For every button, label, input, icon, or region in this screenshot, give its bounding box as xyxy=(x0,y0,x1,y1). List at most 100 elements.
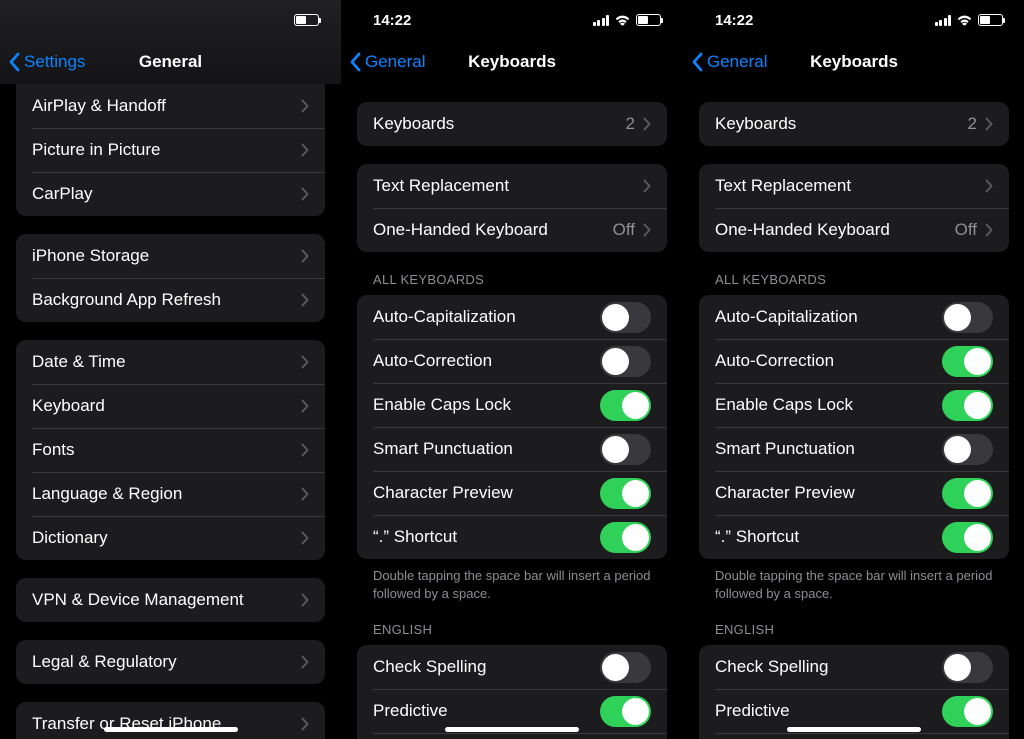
row-text-replacement[interactable]: Text Replacement xyxy=(357,164,667,208)
row-text-replacement[interactable]: Text Replacement xyxy=(699,164,1009,208)
row-legal-regulatory[interactable]: Legal & Regulatory xyxy=(16,640,325,684)
row-shortcut[interactable]: “.” Shortcut xyxy=(699,515,1009,559)
settings-group: Transfer or Reset iPhoneShut Down xyxy=(16,702,325,739)
back-button[interactable]: General xyxy=(691,52,767,72)
row-label: Check Spelling xyxy=(715,657,942,677)
row-auto-capitalization[interactable]: Auto-Capitalization xyxy=(699,295,1009,339)
back-button[interactable]: General xyxy=(349,52,425,72)
row-slide-to-type[interactable]: Slide to Type xyxy=(699,733,1009,739)
row-character-preview[interactable]: Character Preview xyxy=(699,471,1009,515)
row-label: Legal & Regulatory xyxy=(32,652,301,672)
row-auto-correction[interactable]: Auto-Correction xyxy=(357,339,667,383)
toggle-auto-correction[interactable] xyxy=(600,346,651,377)
home-indicator[interactable] xyxy=(445,727,579,732)
row-date-time[interactable]: Date & Time xyxy=(16,340,325,384)
row-keyboard[interactable]: Keyboard xyxy=(16,384,325,428)
toggle-enable-caps-lock[interactable] xyxy=(600,390,651,421)
toggle-enable-caps-lock[interactable] xyxy=(942,390,993,421)
back-button[interactable]: Settings xyxy=(8,52,85,72)
settings-group: Date & Time Keyboard Fonts Language & Regio… xyxy=(16,340,325,560)
toggle-character-preview[interactable] xyxy=(600,478,651,509)
row-enable-caps-lock[interactable]: Enable Caps Lock xyxy=(699,383,1009,427)
row-vpn-device-management[interactable]: VPN & Device Management xyxy=(16,578,325,622)
cellular-icon xyxy=(935,15,952,26)
content-keyboards-a[interactable]: Keyboards2 Text Replacement One-Handed Key… xyxy=(341,84,683,739)
settings-group: Text Replacement One-Handed KeyboardOff xyxy=(357,164,667,252)
row-value: Off xyxy=(613,220,635,240)
row-character-preview[interactable]: Character Preview xyxy=(357,471,667,515)
chevron-right-icon xyxy=(301,293,309,307)
row-label: Text Replacement xyxy=(715,176,985,196)
row-label: Auto-Correction xyxy=(715,351,942,371)
toggle-character-preview[interactable] xyxy=(942,478,993,509)
battery-icon xyxy=(978,14,1003,26)
home-indicator[interactable] xyxy=(104,727,238,732)
section-footer: Double tapping the space bar will insert… xyxy=(373,567,651,602)
row-background-app-refresh[interactable]: Background App Refresh xyxy=(16,278,325,322)
row-carplay[interactable]: CarPlay xyxy=(16,172,325,216)
row-dictionary[interactable]: Dictionary xyxy=(16,516,325,560)
row-shortcut[interactable]: “.” Shortcut xyxy=(357,515,667,559)
toggle-shortcut[interactable] xyxy=(942,522,993,553)
row-enable-caps-lock[interactable]: Enable Caps Lock xyxy=(357,383,667,427)
toggle-check-spelling[interactable] xyxy=(600,652,651,683)
row-label: One-Handed Keyboard xyxy=(373,220,613,240)
chevron-left-icon xyxy=(8,52,20,72)
row-airplay-handoff[interactable]: AirPlay & Handoff xyxy=(16,84,325,128)
settings-group: Text Replacement One-Handed KeyboardOff xyxy=(699,164,1009,252)
row-keyboards[interactable]: Keyboards2 xyxy=(357,102,667,146)
toggle-smart-punctuation[interactable] xyxy=(600,434,651,465)
home-indicator[interactable] xyxy=(787,727,921,732)
row-check-spelling[interactable]: Check Spelling xyxy=(699,645,1009,689)
row-smart-punctuation[interactable]: Smart Punctuation xyxy=(357,427,667,471)
row-check-spelling[interactable]: Check Spelling xyxy=(357,645,667,689)
settings-group: iPhone Storage Background App Refresh xyxy=(16,234,325,322)
row-one-handed-keyboard[interactable]: One-Handed KeyboardOff xyxy=(357,208,667,252)
settings-group: Check SpellingPredictiveSlide to TypeDel… xyxy=(699,645,1009,739)
row-slide-to-type[interactable]: Slide to Type xyxy=(357,733,667,739)
row-label: Picture in Picture xyxy=(32,140,301,160)
row-label: Character Preview xyxy=(715,483,942,503)
toggle-predictive[interactable] xyxy=(942,696,993,727)
chevron-right-icon xyxy=(643,223,651,237)
row-language-region[interactable]: Language & Region xyxy=(16,472,325,516)
settings-group: Check SpellingPredictiveSlide to TypeDel… xyxy=(357,645,667,739)
row-auto-capitalization[interactable]: Auto-Capitalization xyxy=(357,295,667,339)
row-label: Text Replacement xyxy=(373,176,643,196)
toggle-auto-correction[interactable] xyxy=(942,346,993,377)
toggle-auto-capitalization[interactable] xyxy=(942,302,993,333)
row-label: iPhone Storage xyxy=(32,246,301,266)
row-one-handed-keyboard[interactable]: One-Handed KeyboardOff xyxy=(699,208,1009,252)
row-label: “.” Shortcut xyxy=(715,527,942,547)
content-keyboards-b[interactable]: Keyboards2 Text Replacement One-Handed Key… xyxy=(683,84,1024,739)
row-value: Off xyxy=(955,220,977,240)
section-footer: Double tapping the space bar will insert… xyxy=(715,567,993,602)
row-iphone-storage[interactable]: iPhone Storage xyxy=(16,234,325,278)
row-label: Language & Region xyxy=(32,484,301,504)
row-keyboards[interactable]: Keyboards2 xyxy=(699,102,1009,146)
toggle-smart-punctuation[interactable] xyxy=(942,434,993,465)
row-fonts[interactable]: Fonts xyxy=(16,428,325,472)
toggle-shortcut[interactable] xyxy=(600,522,651,553)
chevron-right-icon xyxy=(985,179,993,193)
row-label: Auto-Capitalization xyxy=(715,307,942,327)
wifi-icon xyxy=(614,14,631,26)
toggle-check-spelling[interactable] xyxy=(942,652,993,683)
row-auto-correction[interactable]: Auto-Correction xyxy=(699,339,1009,383)
phone-keyboards-b: 14:22 General Keyboards Keyboards2Text R… xyxy=(683,0,1024,739)
row-transfer-or-reset-iphone[interactable]: Transfer or Reset iPhone xyxy=(16,702,325,739)
row-label: One-Handed Keyboard xyxy=(715,220,955,240)
chevron-right-icon xyxy=(301,399,309,413)
chevron-right-icon xyxy=(301,593,309,607)
row-label: Auto-Correction xyxy=(373,351,600,371)
toggle-predictive[interactable] xyxy=(600,696,651,727)
content-general[interactable]: AirPlay & Handoff Picture in Picture CarPl… xyxy=(0,84,341,739)
row-picture-in-picture[interactable]: Picture in Picture xyxy=(16,128,325,172)
toggle-auto-capitalization[interactable] xyxy=(600,302,651,333)
chevron-right-icon xyxy=(301,249,309,263)
back-label: Settings xyxy=(24,52,85,72)
row-label: Keyboard xyxy=(32,396,301,416)
row-smart-punctuation[interactable]: Smart Punctuation xyxy=(699,427,1009,471)
battery-icon xyxy=(636,14,661,26)
status-time: 14:22 xyxy=(373,12,411,29)
